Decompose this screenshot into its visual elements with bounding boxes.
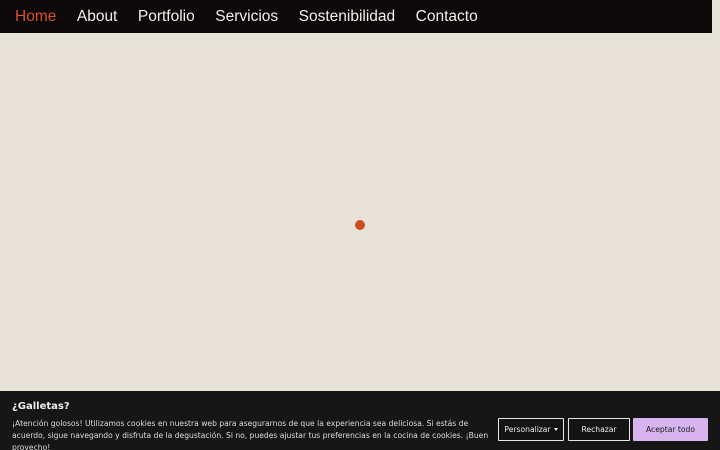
caret-down-icon	[553, 428, 558, 431]
cookie-consent-banner: ¿Galletas? ¡Atención golosos! Utilizamos…	[0, 391, 720, 450]
nav-link-about[interactable]: About	[77, 9, 118, 25]
cookie-banner-text: ¡Atención golosos! Utilizamos cookies en…	[12, 419, 489, 450]
nav-link-contacto[interactable]: Contacto	[416, 9, 478, 25]
nav-link-servicios[interactable]: Servicios	[215, 9, 278, 25]
top-navigation: Home About Portfolio Servicios Sostenibi…	[0, 0, 712, 33]
accept-all-cookies-button[interactable]: Aceptar todo	[633, 418, 708, 441]
nav-link-portfolio[interactable]: Portfolio	[138, 9, 195, 25]
nav-link-home[interactable]: Home	[15, 9, 56, 25]
loading-indicator	[355, 220, 365, 230]
cookie-banner-title: ¿Galletas?	[12, 401, 70, 412]
customize-cookies-label: Personalizar	[504, 425, 551, 434]
customize-cookies-button[interactable]: Personalizar	[498, 418, 564, 441]
nav-link-sostenibilidad[interactable]: Sostenibilidad	[299, 9, 396, 25]
reject-cookies-button[interactable]: Rechazar	[568, 418, 630, 441]
page: Home About Portfolio Servicios Sostenibi…	[0, 0, 720, 450]
